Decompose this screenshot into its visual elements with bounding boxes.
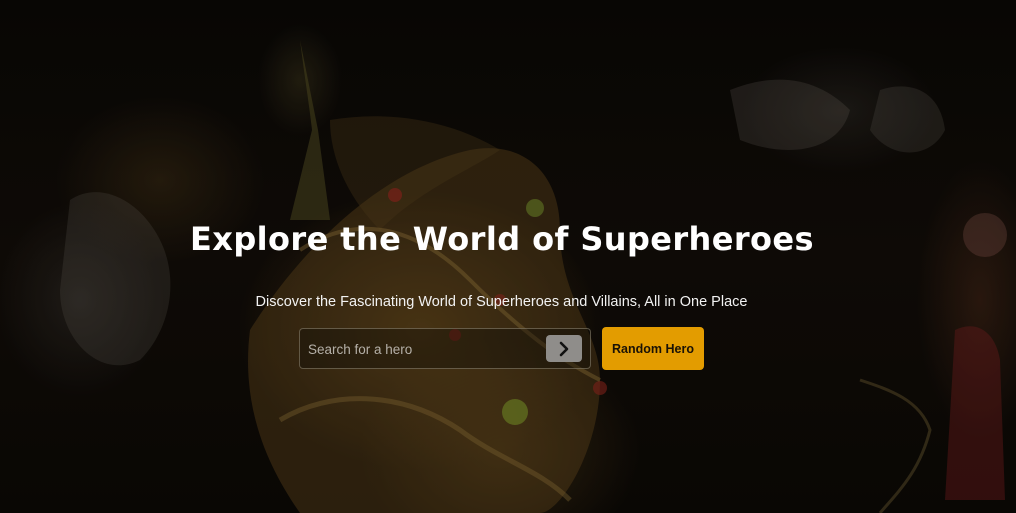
chevron-right-icon (559, 341, 569, 357)
page-title: Explore the World of Superheroes (190, 220, 814, 258)
search-form (299, 328, 591, 369)
page-subtitle: Discover the Fascinating World of Superh… (255, 294, 748, 310)
search-input[interactable] (308, 337, 538, 361)
hero-content: Explore the World of Superheroes Discove… (0, 0, 1016, 513)
search-submit-button[interactable] (546, 335, 582, 362)
random-hero-button[interactable]: Random Hero (602, 327, 704, 370)
hero-section: Explore the World of Superheroes Discove… (0, 0, 1016, 513)
